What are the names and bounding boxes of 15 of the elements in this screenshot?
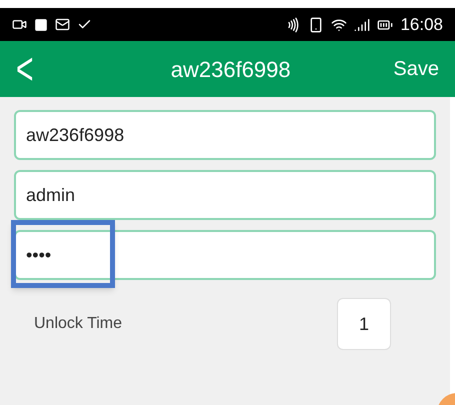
text-field[interactable]: admin bbox=[14, 170, 436, 220]
wifi-icon bbox=[331, 16, 348, 32]
unlock-time-field[interactable]: 1 bbox=[337, 298, 391, 350]
text-field[interactable]: •••• bbox=[14, 230, 436, 280]
mail-icon bbox=[55, 17, 70, 32]
signal-icon bbox=[354, 16, 370, 32]
unlock-time-label: Unlock Time bbox=[34, 314, 122, 334]
back-button[interactable]: < bbox=[16, 35, 56, 103]
square-icon bbox=[34, 18, 48, 32]
camera-icon bbox=[12, 17, 27, 32]
phone-icon bbox=[308, 16, 324, 32]
header-title: aw236f6998 bbox=[170, 56, 292, 84]
text-field[interactable]: aw236f6998 bbox=[14, 110, 436, 160]
save-button[interactable]: Save bbox=[393, 54, 439, 84]
status-time: 16:08 bbox=[400, 14, 443, 36]
